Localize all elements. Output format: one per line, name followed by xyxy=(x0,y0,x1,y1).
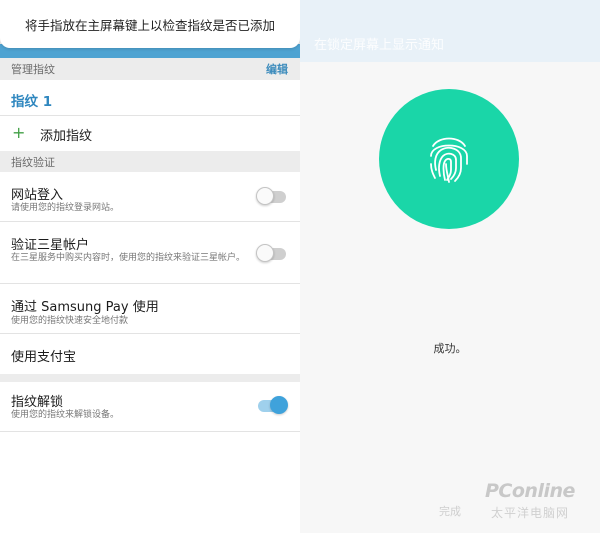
samsung-account-toggle[interactable] xyxy=(256,244,286,262)
plus-icon: + xyxy=(12,123,26,142)
pconline-watermark: PConline 太平洋电脑网 xyxy=(485,480,597,528)
success-text: 成功。 xyxy=(433,342,467,355)
fingerprint-settings-panel: 将手指放在主屏幕键上以检查指纹是否已添加 管理指纹 编辑 指纹 1 + 添加指纹… xyxy=(0,0,300,533)
samsung-pay-desc: 使用您的指纹快速安全地付款 xyxy=(11,316,129,326)
watermark-sub: 太平洋电脑网 xyxy=(491,506,570,520)
samsung-pay-item[interactable]: 通过 Samsung Pay 使用 使用您的指纹快速安全地付款 xyxy=(0,284,300,334)
samsung-account-title: 验证三星帐户 xyxy=(11,238,90,253)
toggle-knob xyxy=(270,396,288,414)
samsung-account-desc: 在三星服务中购买内容时，使用您的指纹来验证三星帐户。 xyxy=(11,253,246,263)
lock-screen-notification-bar: 在锁定屏幕上显示通知 xyxy=(300,0,600,62)
fingerprint-unlock-title: 指纹解锁 xyxy=(11,395,64,410)
website-login-desc: 请使用您的指纹登录网站。 xyxy=(11,203,120,213)
watermark-logo: PConline xyxy=(485,480,575,502)
add-fingerprint-label: 添加指纹 xyxy=(40,129,93,144)
fingerprint-icon xyxy=(430,137,468,183)
add-fingerprint-item[interactable]: + 添加指纹 xyxy=(0,116,300,151)
website-login-item[interactable]: 网站登入 请使用您的指纹登录网站。 xyxy=(0,172,300,222)
website-login-toggle[interactable] xyxy=(256,187,286,205)
samsung-pay-title: 通过 Samsung Pay 使用 xyxy=(11,300,159,315)
fingerprint-1-item[interactable]: 指纹 1 xyxy=(0,80,300,116)
section-title-manage: 管理指纹 xyxy=(11,63,55,76)
toggle-knob xyxy=(256,187,274,205)
edit-button[interactable]: 编辑 xyxy=(266,61,288,77)
alipay-item[interactable]: 使用支付宝 xyxy=(0,334,300,374)
lock-screen-notification-text: 在锁定屏幕上显示通知 xyxy=(314,38,445,53)
fingerprint-unlock-item[interactable]: 指纹解锁 使用您的指纹来解锁设备。 xyxy=(0,382,300,432)
alipay-title: 使用支付宝 xyxy=(11,350,77,365)
fingerprint-unlock-toggle[interactable] xyxy=(258,396,288,414)
samsung-account-item[interactable]: 验证三星帐户 在三星服务中购买内容时，使用您的指纹来验证三星帐户。 xyxy=(0,222,300,284)
toast-message: 将手指放在主屏幕键上以检查指纹是否已添加 xyxy=(0,0,300,48)
fingerprint-1-label: 指纹 1 xyxy=(11,94,53,110)
website-login-title: 网站登入 xyxy=(11,188,64,203)
fingerprint-circle xyxy=(379,89,519,229)
section-header-manage: 管理指纹 编辑 xyxy=(0,58,300,80)
section-header-verify: 指纹验证 xyxy=(0,151,300,172)
fingerprint-register-panel: 在锁定屏幕上显示通知 成功。 完成 xyxy=(300,0,600,533)
fingerprint-unlock-desc: 使用您的指纹来解锁设备。 xyxy=(11,410,120,420)
toggle-knob xyxy=(256,244,274,262)
section-title-verify: 指纹验证 xyxy=(11,155,55,169)
section-divider xyxy=(0,374,300,382)
